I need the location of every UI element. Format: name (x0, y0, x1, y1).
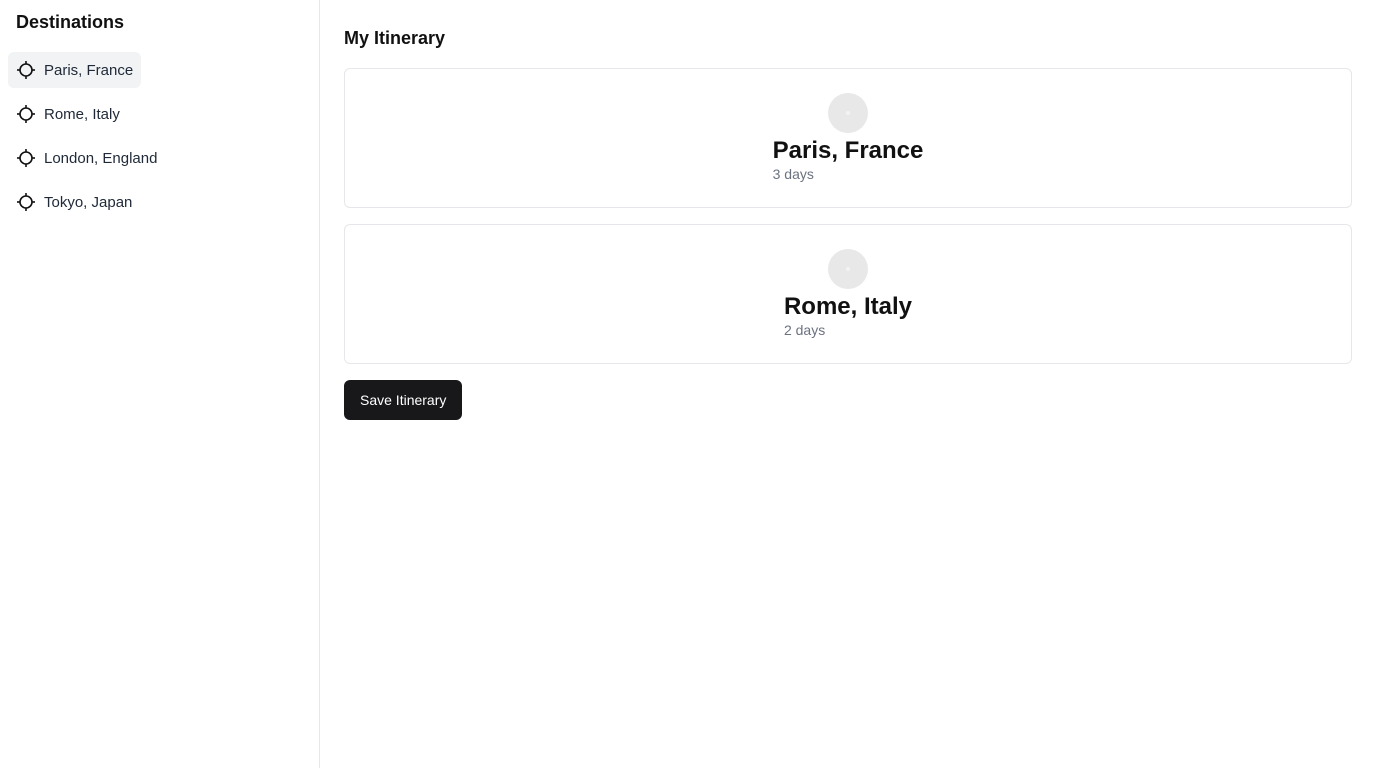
sidebar-item-paris[interactable]: Paris, France (8, 52, 142, 88)
itinerary-card-paris[interactable]: Paris, France 3 days (344, 68, 1352, 208)
sidebar-item-label: London, England (44, 149, 158, 167)
destination-image-placeholder (828, 249, 868, 289)
card-title: Paris, France (772, 137, 924, 164)
destination-list: Paris, France Rome, Italy London, Englan… (8, 52, 311, 228)
sidebar-item-london[interactable]: London, England (8, 140, 165, 176)
sidebar-item-label: Rome, Italy (44, 105, 120, 123)
crosshair-icon (16, 148, 36, 168)
save-itinerary-button[interactable]: Save Itinerary (344, 380, 463, 420)
itinerary-list: Paris, France 3 days Rome, Italy 2 days (344, 68, 1352, 364)
sidebar-item-tokyo[interactable]: Tokyo, Japan (8, 184, 140, 220)
page-title: My Itinerary (344, 28, 446, 48)
card-title: Rome, Italy (783, 293, 913, 320)
card-text: Paris, France 3 days (773, 137, 924, 183)
card-duration: 2 days (783, 322, 826, 338)
crosshair-icon (16, 192, 36, 212)
sidebar-item-label: Tokyo, Japan (44, 193, 133, 211)
sidebar: Destinations Paris, France Rome, Italy L… (0, 0, 320, 768)
crosshair-icon (16, 60, 36, 80)
sidebar-item-label: Paris, France (44, 61, 134, 79)
main-content: My Itinerary Paris, France 3 days Rome, … (320, 0, 1376, 768)
destination-image-placeholder (828, 93, 868, 133)
sidebar-item-rome[interactable]: Rome, Italy (8, 96, 128, 132)
app-root: Destinations Paris, France Rome, Italy L… (0, 0, 1376, 768)
card-duration: 3 days (772, 166, 814, 182)
crosshair-icon (16, 104, 36, 124)
card-text: Rome, Italy 2 days (784, 293, 912, 339)
itinerary-card-rome[interactable]: Rome, Italy 2 days (344, 224, 1352, 364)
sidebar-title: Destinations (16, 12, 125, 32)
